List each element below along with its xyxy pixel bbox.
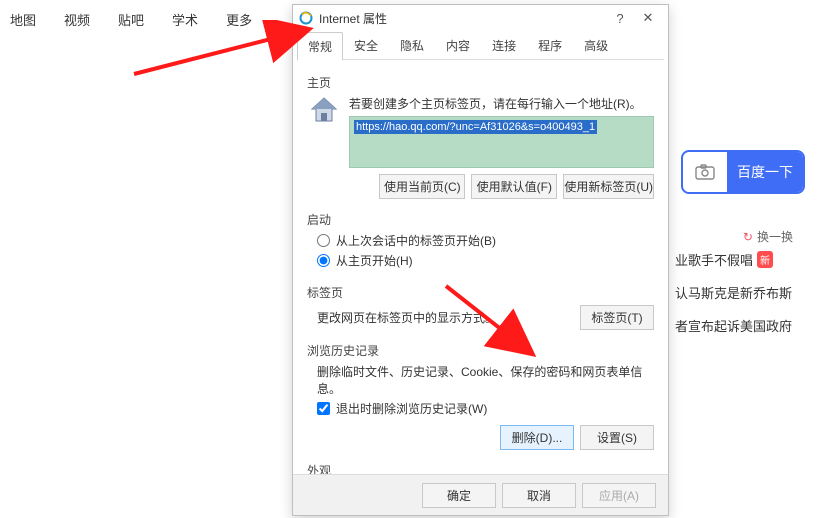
internet-properties-dialog: Internet 属性 ? ✕ 常规 安全 隐私 内容 连接 程序 高级 主页 … — [292, 4, 669, 516]
check-delete-on-exit[interactable]: 退出时删除浏览历史记录(W) — [317, 400, 654, 417]
use-current-button[interactable]: 使用当前页(C) — [379, 174, 465, 199]
news-text: 者宣布起诉美国政府 — [675, 316, 792, 335]
titlebar[interactable]: Internet 属性 ? ✕ — [293, 5, 668, 31]
tab-security[interactable]: 安全 — [343, 31, 389, 59]
radio-homepage[interactable]: 从主页开始(H) — [317, 252, 654, 269]
ok-button[interactable]: 确定 — [422, 483, 496, 508]
camera-icon[interactable] — [683, 164, 727, 180]
group-label: 启动 — [307, 211, 654, 228]
checkbox-input[interactable] — [317, 402, 330, 415]
help-button[interactable]: ? — [606, 11, 634, 26]
history-desc: 删除临时文件、历史记录、Cookie、保存的密码和网页表单信息。 — [317, 363, 654, 397]
tab-connections[interactable]: 连接 — [481, 31, 527, 59]
tab-privacy[interactable]: 隐私 — [389, 31, 435, 59]
radio-input[interactable] — [317, 234, 330, 247]
search-bar[interactable]: 百度一下 — [681, 150, 805, 194]
tab-advanced[interactable]: 高级 — [573, 31, 619, 59]
refresh-icon: ↻ — [743, 230, 753, 244]
news-item[interactable]: 者宣布起诉美国政府 — [675, 316, 805, 335]
cancel-button[interactable]: 取消 — [502, 483, 576, 508]
use-newtab-button[interactable]: 使用新标签页(U) — [563, 174, 654, 199]
nav-more[interactable]: 更多 — [226, 10, 252, 29]
tabs-button[interactable]: 标签页(T) — [580, 305, 654, 330]
news-item[interactable]: 认马斯克是新乔布斯 — [675, 283, 805, 302]
news-text: 认马斯克是新乔布斯 — [675, 283, 792, 302]
tabs-desc: 更改网页在标签页中的显示方式。 — [317, 309, 497, 326]
radio-label: 从主页开始(H) — [336, 252, 413, 269]
nav-scholar[interactable]: 学术 — [172, 10, 198, 29]
search-button[interactable]: 百度一下 — [727, 152, 803, 192]
nav-map[interactable]: 地图 — [10, 10, 36, 29]
checkbox-label: 退出时删除浏览历史记录(W) — [336, 400, 487, 417]
home-icon — [307, 95, 341, 125]
use-default-button[interactable]: 使用默认值(F) — [471, 174, 557, 199]
ie-icon — [299, 11, 313, 25]
refresh-link[interactable]: ↻ 换一换 — [743, 228, 793, 245]
group-label: 浏览历史记录 — [307, 342, 654, 359]
refresh-label: 换一换 — [757, 228, 793, 245]
group-tabs: 标签页 更改网页在标签页中的显示方式。 标签页(T) — [307, 276, 654, 330]
tab-general[interactable]: 常规 — [297, 32, 343, 60]
news-text: 业歌手不假唱 — [675, 250, 753, 269]
radio-last-session[interactable]: 从上次会话中的标签页开始(B) — [317, 232, 654, 249]
homepage-url-value: https://hao.qq.com/?unc=Af31026&s=o40049… — [354, 120, 597, 134]
group-label: 标签页 — [307, 284, 654, 301]
news-list: 业歌手不假唱 新 认马斯克是新乔布斯 者宣布起诉美国政府 — [675, 250, 805, 335]
radio-label: 从上次会话中的标签页开始(B) — [336, 232, 496, 249]
history-settings-button[interactable]: 设置(S) — [580, 425, 654, 450]
delete-history-button[interactable]: 删除(D)... — [500, 425, 574, 450]
apply-button[interactable]: 应用(A) — [582, 483, 656, 508]
nav-tieba[interactable]: 贴吧 — [118, 10, 144, 29]
news-item[interactable]: 业歌手不假唱 新 — [675, 250, 805, 269]
group-history: 浏览历史记录 删除临时文件、历史记录、Cookie、保存的密码和网页表单信息。 … — [307, 334, 654, 450]
homepage-instruction: 若要创建多个主页标签页，请在每行输入一个地址(R)。 — [349, 95, 654, 112]
homepage-url-field[interactable]: https://hao.qq.com/?unc=Af31026&s=o40049… — [349, 116, 654, 168]
tab-content[interactable]: 内容 — [435, 31, 481, 59]
group-homepage: 主页 若要创建多个主页标签页，请在每行输入一个地址(R)。 https://ha… — [307, 66, 654, 199]
close-button[interactable]: ✕ — [634, 10, 662, 26]
dialog-title: Internet 属性 — [319, 10, 606, 27]
tab-programs[interactable]: 程序 — [527, 31, 573, 59]
badge-new: 新 — [757, 251, 773, 268]
group-label: 主页 — [307, 74, 654, 91]
radio-input[interactable] — [317, 254, 330, 267]
nav-video[interactable]: 视频 — [64, 10, 90, 29]
dialog-footer: 确定 取消 应用(A) — [293, 474, 668, 515]
tab-strip: 常规 安全 隐私 内容 连接 程序 高级 — [297, 31, 664, 60]
group-startup: 启动 从上次会话中的标签页开始(B) 从主页开始(H) — [307, 203, 654, 272]
